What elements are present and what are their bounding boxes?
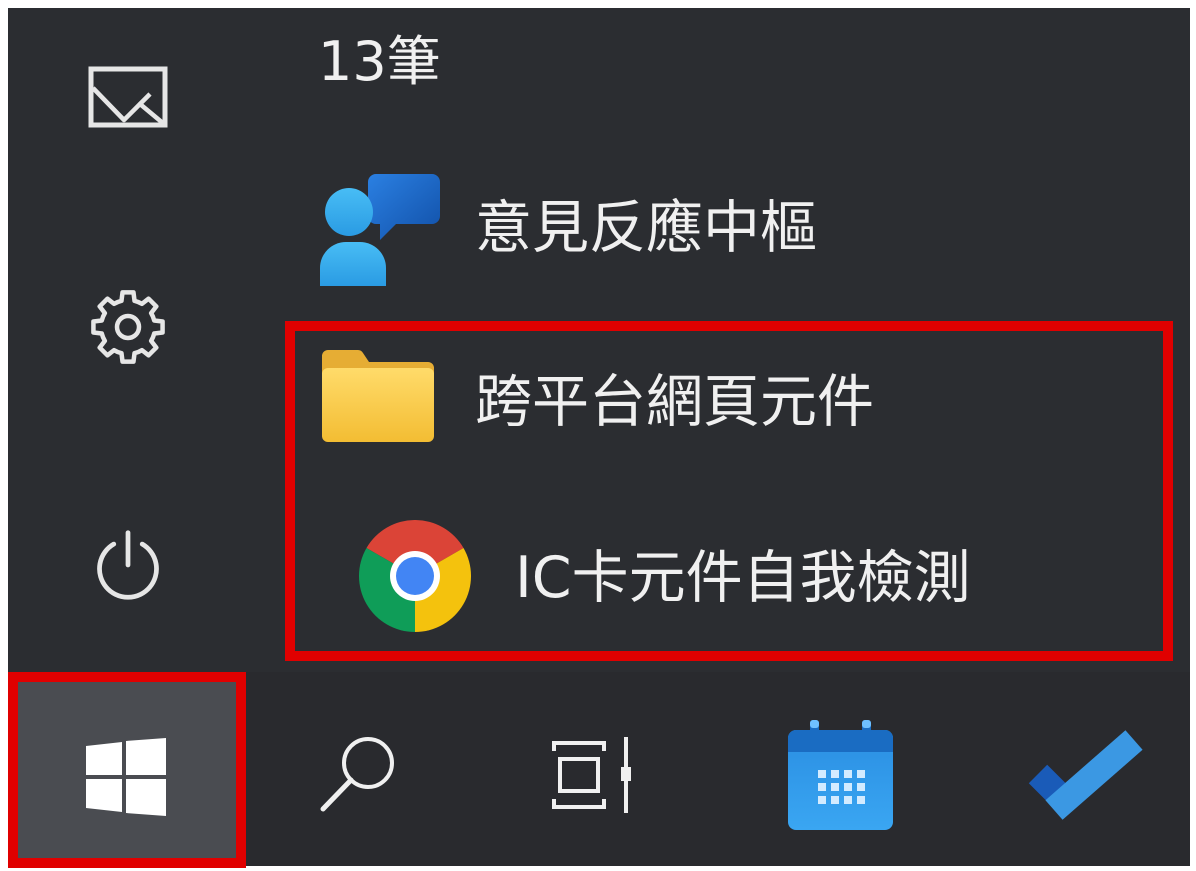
app-item-feedback-hub[interactable]: 意見反應中樞 (305, 160, 1160, 295)
pictures-icon (88, 66, 168, 128)
calendar-icon (788, 720, 893, 830)
settings-button[interactable] (78, 277, 178, 377)
chrome-icon (359, 520, 471, 632)
app-label: 跨平台網頁元件 (475, 369, 874, 435)
search-icon (320, 737, 394, 812)
power-icon (97, 530, 159, 600)
app-label: 意見反應中樞 (475, 195, 817, 261)
screenshot-stage: 13筆 意見反應中樞 跨平台網頁元件 IC卡元件自我檢測 (0, 0, 1196, 871)
feedback-hub-icon (320, 174, 440, 286)
app-item-ic-card-self-test[interactable]: IC卡元件自我檢測 (305, 512, 1160, 642)
group-header[interactable]: 13筆 (318, 32, 441, 92)
todo-button[interactable] (1015, 700, 1150, 850)
folder-icon (322, 350, 434, 442)
todo-check-icon (1028, 730, 1143, 820)
app-label: IC卡元件自我檢測 (515, 545, 971, 611)
windows-logo-icon (86, 738, 166, 816)
settings-icon (91, 290, 165, 364)
start-button[interactable] (18, 682, 236, 858)
calendar-button[interactable] (780, 700, 900, 850)
task-view-button[interactable] (530, 700, 650, 850)
pictures-button[interactable] (78, 55, 178, 139)
gear-outline (91, 290, 165, 364)
app-item-folder[interactable]: 跨平台網頁元件 (305, 338, 1160, 463)
task-view-icon (552, 737, 631, 813)
power-button[interactable] (78, 515, 178, 615)
search-button[interactable] (300, 700, 420, 850)
